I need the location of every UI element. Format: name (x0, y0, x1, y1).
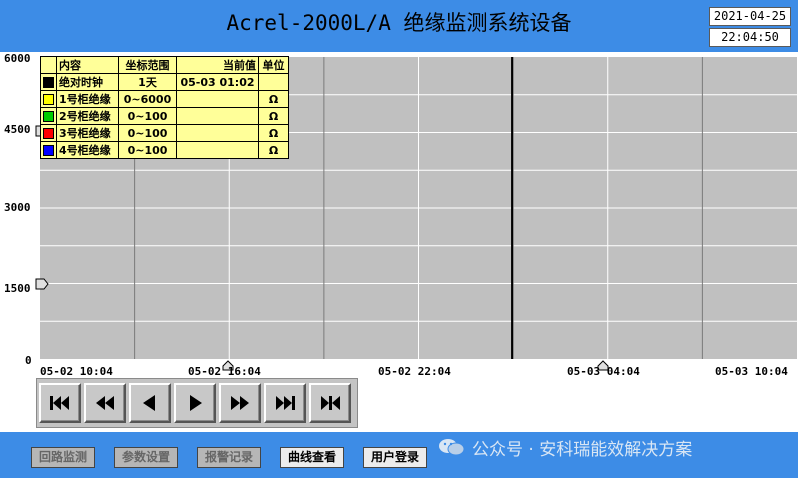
legend-series-current (176, 124, 259, 142)
step-forward-icon (190, 395, 202, 411)
y-tick-label: 3000 (4, 201, 31, 214)
legend-series-range: 0~6000 (118, 90, 177, 108)
alarm-records-button[interactable]: 报警记录 (197, 447, 261, 468)
fast-backward-icon (96, 396, 114, 410)
user-login-button[interactable]: 用户登录 (363, 447, 427, 468)
x-tick-label: 05-03 10:04 (715, 365, 788, 378)
legend-header-unit: 单位 (258, 56, 289, 74)
wechat-icon (439, 439, 465, 456)
legend-series-range: 0~100 (118, 124, 177, 142)
legend-series-name: 2号柜绝缘 (56, 107, 119, 125)
legend-series-name: 1号柜绝缘 (56, 90, 119, 108)
legend-series-current (176, 141, 259, 159)
y-tick-label: 1500 (4, 282, 31, 295)
legend-series-name: 4号柜绝缘 (56, 141, 119, 159)
y-tick-label: 6000 (4, 52, 31, 65)
legend-color-swatch (43, 127, 54, 139)
legend-series-current (176, 107, 259, 125)
last-page-button[interactable] (264, 383, 306, 423)
y-tick-label: 0 (25, 354, 32, 367)
legend-series-name: 3号柜绝缘 (56, 124, 119, 142)
legend-row[interactable]: 3号柜绝缘 0~100 Ω (40, 124, 289, 142)
date-display: 2021-04-25 (709, 7, 791, 26)
go-to-latest-button[interactable] (309, 383, 351, 423)
legend-series-current (176, 90, 259, 108)
legend-row[interactable]: 1号柜绝缘 0~6000 Ω (40, 90, 289, 108)
legend-row[interactable]: 2号柜绝缘 0~100 Ω (40, 107, 289, 125)
legend-series-unit (258, 73, 289, 91)
last-page-icon (276, 396, 295, 410)
legend-color-swatch (43, 93, 54, 105)
curve-view-button[interactable]: 曲线查看 (280, 447, 344, 468)
fast-forward-icon (231, 396, 249, 410)
legend-swatch-header (40, 56, 57, 74)
y-tick-label: 4500 (4, 123, 31, 136)
first-page-icon (50, 396, 69, 410)
parameter-settings-button[interactable]: 参数设置 (114, 447, 178, 468)
legend-header-current: 当前值 (176, 56, 259, 74)
step-backward-button[interactable] (129, 383, 171, 423)
legend-color-swatch (43, 110, 54, 122)
x-tick-label: 05-02 22:04 (378, 365, 451, 378)
page-title: Acrel-2000L/A 绝缘监测系统设备 (226, 11, 572, 35)
legend-series-unit: Ω (258, 124, 289, 142)
watermark-text: 公众号 · 安科瑞能效解决方案 (472, 439, 693, 460)
legend-series-unit: Ω (258, 107, 289, 125)
legend-header-content: 内容 (56, 56, 119, 74)
fast-forward-button[interactable] (219, 383, 261, 423)
legend-header-row: 内容 坐标范围 当前值 单位 (40, 56, 289, 74)
x-tick-label: 05-02 10:04 (40, 365, 113, 378)
first-page-button[interactable] (39, 383, 81, 423)
legend-series-range: 0~100 (118, 107, 177, 125)
legend-series-unit: Ω (258, 141, 289, 159)
legend-color-swatch (43, 76, 54, 88)
legend-row[interactable]: 4号柜绝缘 0~100 Ω (40, 141, 289, 159)
x-tick-label: 05-03 04:04 (567, 365, 640, 378)
go-to-latest-icon (321, 396, 340, 410)
step-forward-button[interactable] (174, 383, 216, 423)
legend-series-range: 0~100 (118, 141, 177, 159)
time-display: 22:04:50 (709, 28, 791, 47)
legend-header-range: 坐标范围 (118, 56, 177, 74)
legend-table: 内容 坐标范围 当前值 单位 绝对时钟 1天 05-03 01:02 1号柜绝缘… (40, 56, 289, 159)
step-backward-icon (143, 395, 155, 411)
legend-color-swatch (43, 144, 54, 156)
circuit-monitor-button[interactable]: 回路监测 (31, 447, 95, 468)
watermark: 公众号 · 安科瑞能效解决方案 (438, 434, 692, 460)
fast-backward-button[interactable] (84, 383, 126, 423)
legend-series-name: 绝对时钟 (56, 73, 119, 91)
scroll-navigation-bar (36, 378, 358, 428)
legend-series-unit: Ω (258, 90, 289, 108)
legend-row[interactable]: 绝对时钟 1天 05-03 01:02 (40, 73, 289, 91)
legend-series-current: 05-03 01:02 (176, 73, 259, 91)
legend-series-range: 1天 (118, 73, 177, 91)
x-tick-label: 05-02 16:04 (188, 365, 261, 378)
